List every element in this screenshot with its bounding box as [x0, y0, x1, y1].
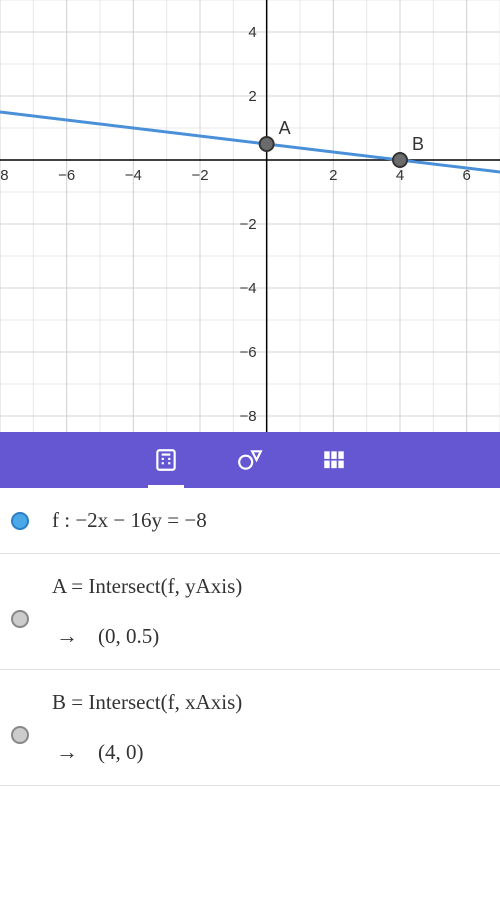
visibility-marker-b[interactable]: [11, 726, 29, 744]
svg-text:4: 4: [248, 24, 256, 41]
svg-text:−2: −2: [191, 167, 208, 184]
svg-text:−8: −8: [0, 167, 9, 184]
visibility-marker-a[interactable]: [11, 610, 29, 628]
value-b: (4, 0): [98, 740, 144, 765]
svg-text:2: 2: [248, 88, 256, 105]
svg-text:−2: −2: [240, 216, 257, 233]
result-arrow-icon: →: [56, 739, 78, 765]
value-a: (0, 0.5): [98, 624, 159, 649]
view-toolbar: [0, 432, 500, 488]
object-row-b[interactable]: B = Intersect(f, xAxis) → (4, 0): [0, 670, 500, 786]
object-row-a[interactable]: A = Intersect(f, yAxis) → (0, 0.5): [0, 554, 500, 670]
svg-text:−4: −4: [240, 280, 257, 297]
definition-f: f : −2x − 16y = −8: [52, 508, 488, 533]
definition-a: A = Intersect(f, yAxis): [52, 574, 488, 599]
svg-text:−6: −6: [240, 344, 257, 361]
visibility-marker-f[interactable]: [11, 512, 29, 530]
definition-b: B = Intersect(f, xAxis): [52, 690, 488, 715]
svg-text:4: 4: [396, 167, 404, 184]
svg-text:B: B: [412, 134, 424, 154]
graph-panel[interactable]: −8−6−4−2246−8−6−4−224AB: [0, 0, 500, 432]
table-view-icon[interactable]: [320, 446, 348, 474]
result-arrow-icon: →: [56, 623, 78, 649]
svg-text:A: A: [279, 118, 291, 138]
svg-text:2: 2: [329, 167, 337, 184]
algebra-view-icon[interactable]: [152, 446, 180, 474]
svg-text:−6: −6: [58, 167, 75, 184]
object-row-f[interactable]: f : −2x − 16y = −8: [0, 488, 500, 554]
tools-view-icon[interactable]: [236, 446, 264, 474]
svg-text:−8: −8: [240, 408, 257, 425]
algebra-list: f : −2x − 16y = −8 A = Intersect(f, yAxi…: [0, 488, 500, 786]
coordinate-plane[interactable]: −8−6−4−2246−8−6−4−224AB: [0, 0, 500, 432]
svg-text:−4: −4: [125, 167, 142, 184]
